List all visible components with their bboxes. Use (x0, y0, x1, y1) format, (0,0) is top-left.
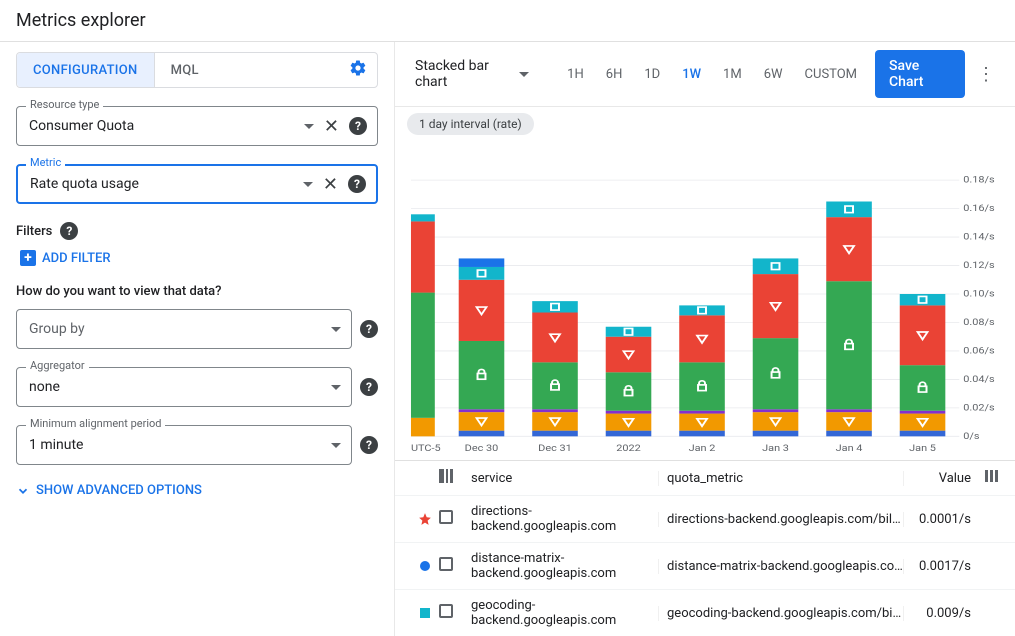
legend-row[interactable]: geocoding-backend.googleapis.comgeocodin… (395, 589, 1015, 636)
help-icon[interactable]: ? (60, 222, 78, 240)
legend-service: geocoding-backend.googleapis.com (467, 598, 658, 628)
filters-label: Filters ? (16, 222, 378, 240)
chevron-down-icon[interactable] (331, 327, 341, 332)
more-icon[interactable]: ⋮ (969, 64, 1003, 85)
group-by-placeholder: Group by (29, 321, 325, 337)
chevron-down-icon[interactable] (304, 124, 314, 129)
svg-text:UTC-5: UTC-5 (411, 444, 441, 454)
resource-type-label: Resource type (26, 98, 103, 111)
clear-icon[interactable]: ✕ (320, 116, 343, 137)
chevron-down-icon (519, 72, 529, 77)
columns-icon (439, 469, 453, 483)
svg-text:0.18/s: 0.18/s (963, 175, 994, 185)
svg-text:0.16/s: 0.16/s (963, 204, 994, 214)
svg-text:0.02/s: 0.02/s (963, 403, 994, 413)
svg-text:Jan 3: Jan 3 (762, 444, 789, 454)
help-icon[interactable]: ? (360, 320, 378, 338)
legend-value: 0.0017/s (903, 559, 975, 574)
legend-header-quota-metric[interactable]: quota_metric (658, 471, 903, 486)
chart-toolbar: Stacked bar chart 1H6H1D1W1M6WCUSTOM Sav… (395, 42, 1015, 107)
help-icon[interactable]: ? (348, 175, 366, 193)
legend-service: directions-backend.googleapis.com (467, 504, 658, 534)
svg-text:0.04/s: 0.04/s (963, 375, 994, 385)
svg-text:Dec 30: Dec 30 (465, 444, 499, 454)
chevron-down-icon[interactable] (331, 443, 341, 448)
svg-text:0.12/s: 0.12/s (963, 261, 994, 271)
column-picker-icon[interactable] (975, 470, 999, 486)
legend-quota-metric: directions-backend.googleapis.com/billab… (658, 512, 903, 527)
legend-checkbox[interactable] (439, 510, 453, 524)
svg-text:Dec 31: Dec 31 (538, 444, 572, 454)
legend-table: service quota_metric Value directions-ba… (395, 460, 1015, 636)
aggregator-field[interactable]: Aggregator none (16, 367, 352, 407)
metric-label: Metric (26, 156, 65, 169)
legend-value: 0.0001/s (903, 512, 975, 527)
svg-text:0.08/s: 0.08/s (963, 318, 994, 328)
legend-header-value[interactable]: Value (903, 471, 975, 486)
config-tabs: CONFIGURATION MQL (16, 52, 378, 88)
view-question: How do you want to view that data? (16, 284, 378, 299)
time-range-custom[interactable]: CUSTOM (795, 61, 867, 88)
legend-marker (411, 560, 439, 572)
add-filter-button[interactable]: + ADD FILTER (16, 250, 378, 266)
tab-configuration[interactable]: CONFIGURATION (17, 53, 154, 87)
help-icon[interactable]: ? (349, 117, 367, 135)
save-chart-button[interactable]: Save Chart (875, 50, 965, 98)
sidebar: CONFIGURATION MQL Resource type Consumer… (0, 42, 395, 636)
svg-text:Jan 4: Jan 4 (836, 444, 863, 454)
legend-quota-metric: geocoding-backend.googleapis.com/billab (658, 606, 903, 621)
metric-value: Rate quota usage (30, 176, 297, 192)
min-alignment-label: Minimum alignment period (26, 417, 165, 430)
chevron-down-icon[interactable] (303, 182, 313, 187)
legend-marker (411, 512, 439, 526)
time-range-1d[interactable]: 1D (634, 61, 670, 88)
legend-marker (411, 607, 439, 619)
chevron-down-icon[interactable] (331, 385, 341, 390)
svg-text:0.14/s: 0.14/s (963, 232, 994, 242)
chart-type-select[interactable]: Stacked bar chart (407, 58, 537, 90)
group-by-field[interactable]: Group by (16, 309, 352, 349)
chart[interactable]: 0/s 0.02/s 0.04/s 0.06/s 0.08/s 0.10/s 0.12/s 0… (395, 141, 1015, 460)
time-range-6w[interactable]: 6W (754, 61, 793, 88)
show-advanced-options[interactable]: SHOW ADVANCED OPTIONS (16, 483, 378, 498)
min-alignment-value: 1 minute (29, 437, 325, 453)
svg-text:0.10/s: 0.10/s (963, 289, 994, 299)
time-range-1w[interactable]: 1W (672, 61, 711, 88)
legend-service: distance-matrix-backend.googleapis.com (467, 551, 658, 581)
min-alignment-field[interactable]: Minimum alignment period 1 minute (16, 425, 352, 465)
aggregator-label: Aggregator (26, 359, 89, 372)
time-range-6h[interactable]: 6H (596, 61, 633, 88)
legend-value: 0.009/s (903, 606, 975, 621)
interval-chip[interactable]: 1 day interval (rate) (407, 113, 534, 135)
metric-field[interactable]: Metric Rate quota usage ✕ ? (16, 164, 378, 204)
main-panel: Stacked bar chart 1H6H1D1W1M6WCUSTOM Sav… (395, 42, 1015, 636)
legend-row[interactable]: distance-matrix-backend.googleapis.comdi… (395, 542, 1015, 589)
svg-text:Jan 5: Jan 5 (909, 444, 936, 454)
legend-row[interactable]: directions-backend.googleapis.comdirecti… (395, 495, 1015, 542)
plus-icon: + (20, 250, 36, 266)
help-icon[interactable]: ? (360, 378, 378, 396)
resource-type-field[interactable]: Resource type Consumer Quota ✕ ? (16, 106, 378, 146)
svg-text:0/s: 0/s (963, 432, 979, 442)
svg-text:2022: 2022 (616, 444, 641, 454)
svg-text:0.06/s: 0.06/s (963, 346, 994, 356)
gear-icon[interactable] (339, 59, 377, 81)
resource-type-value: Consumer Quota (29, 118, 298, 134)
aggregator-value: none (29, 379, 325, 395)
tab-mql[interactable]: MQL (154, 53, 215, 87)
legend-header-service[interactable]: service (467, 471, 658, 486)
svg-text:Jan 2: Jan 2 (689, 444, 716, 454)
clear-icon[interactable]: ✕ (319, 174, 342, 195)
page-title: Metrics explorer (0, 0, 1015, 42)
legend-quota-metric: distance-matrix-backend.googleapis.com/l (658, 559, 903, 574)
time-range-1m[interactable]: 1M (713, 61, 752, 88)
legend-checkbox[interactable] (439, 604, 453, 618)
time-range-1h[interactable]: 1H (557, 61, 594, 88)
help-icon[interactable]: ? (360, 436, 378, 454)
legend-checkbox[interactable] (439, 557, 453, 571)
